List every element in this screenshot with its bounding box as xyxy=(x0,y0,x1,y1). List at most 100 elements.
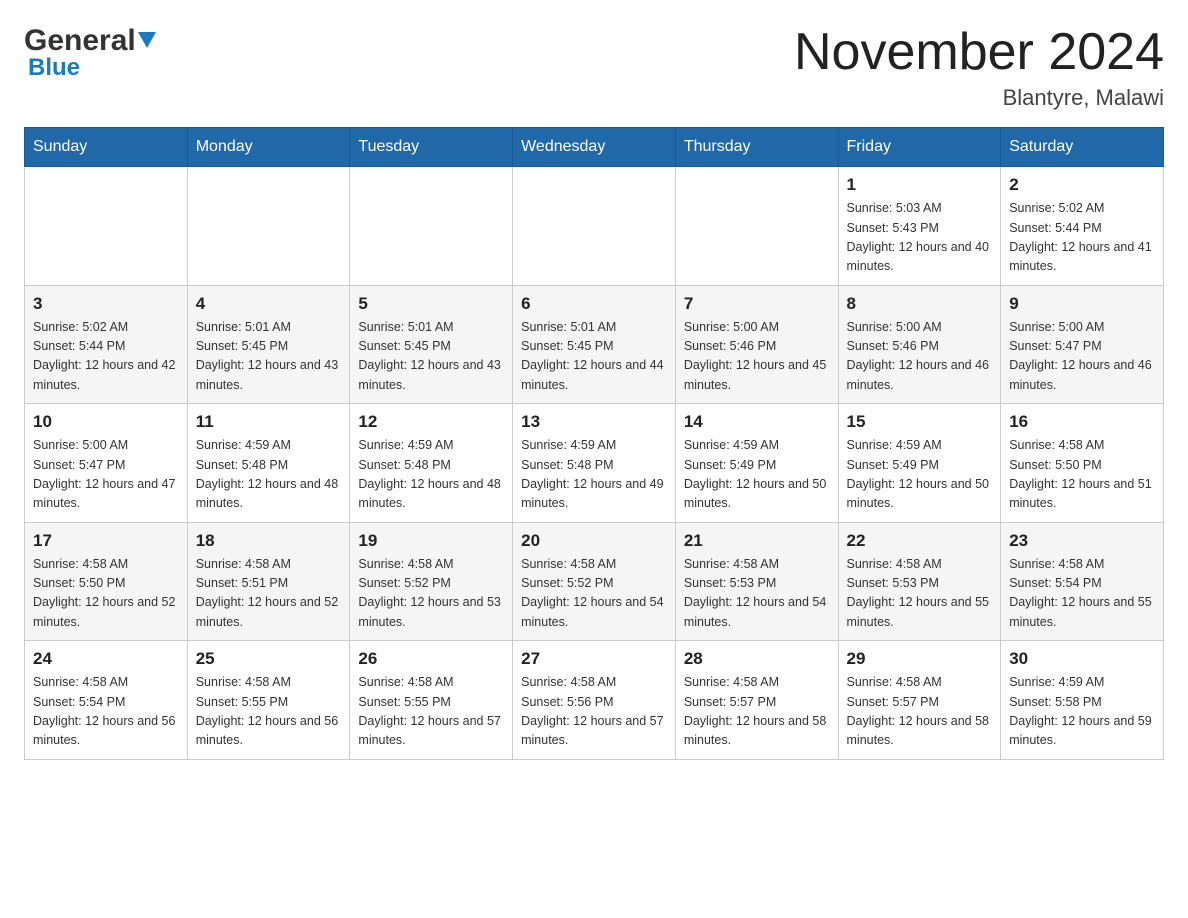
calendar-cell: 4 Sunrise: 5:01 AMSunset: 5:45 PMDaylight… xyxy=(187,285,350,404)
calendar-cell: 10Sunrise: 5:00 AMSunset: 5:47 PMDayligh… xyxy=(25,404,188,523)
day-info: Sunrise: 4:58 AMSunset: 5:54 PMDaylight:… xyxy=(33,673,179,751)
day-number: 15 xyxy=(847,412,993,432)
day-number: 9 xyxy=(1009,294,1155,314)
calendar-cell xyxy=(675,167,838,286)
calendar-cell: 29 Sunrise: 4:58 AMSunset: 5:57 PMDayligh… xyxy=(838,641,1001,760)
title-section: November 2024 Blantyre, Malawi xyxy=(794,24,1164,111)
calendar-cell: 11 Sunrise: 4:59 AMSunset: 5:48 PMDayligh… xyxy=(187,404,350,523)
day-info: Sunrise: 5:02 AMSunset: 5:44 PMDaylight:… xyxy=(33,318,179,396)
day-number: 27 xyxy=(521,649,667,669)
calendar-table: SundayMondayTuesdayWednesdayThursdayFrid… xyxy=(24,127,1164,760)
location-title: Blantyre, Malawi xyxy=(794,85,1164,111)
day-info: Sunrise: 4:58 AMSunset: 5:53 PMDaylight:… xyxy=(847,555,993,633)
day-info: Sunrise: 5:00 AMSunset: 5:47 PMDaylight:… xyxy=(33,436,179,514)
day-info: Sunrise: 4:58 AMSunset: 5:52 PMDaylight:… xyxy=(358,555,504,633)
day-info: Sunrise: 4:59 AMSunset: 5:48 PMDaylight:… xyxy=(358,436,504,514)
col-header-wednesday: Wednesday xyxy=(513,128,676,167)
logo-triangle-icon xyxy=(138,22,156,56)
day-number: 16 xyxy=(1009,412,1155,432)
day-info: Sunrise: 4:59 AMSunset: 5:48 PMDaylight:… xyxy=(196,436,342,514)
col-header-sunday: Sunday xyxy=(25,128,188,167)
day-info: Sunrise: 4:59 AMSunset: 5:49 PMDaylight:… xyxy=(684,436,830,514)
day-number: 2 xyxy=(1009,175,1155,195)
page-header: General Blue November 2024 Blantyre, Mal… xyxy=(24,24,1164,111)
calendar-cell: 17Sunrise: 4:58 AMSunset: 5:50 PMDayligh… xyxy=(25,522,188,641)
calendar-cell: 25 Sunrise: 4:58 AMSunset: 5:55 PMDayligh… xyxy=(187,641,350,760)
col-header-saturday: Saturday xyxy=(1001,128,1164,167)
day-number: 8 xyxy=(847,294,993,314)
day-number: 19 xyxy=(358,531,504,551)
col-header-thursday: Thursday xyxy=(675,128,838,167)
col-header-friday: Friday xyxy=(838,128,1001,167)
calendar-cell xyxy=(187,167,350,286)
day-number: 14 xyxy=(684,412,830,432)
calendar-cell: 12 Sunrise: 4:59 AMSunset: 5:48 PMDayligh… xyxy=(350,404,513,523)
logo-general-text: General xyxy=(24,24,156,58)
calendar-cell: 22 Sunrise: 4:58 AMSunset: 5:53 PMDayligh… xyxy=(838,522,1001,641)
day-number: 28 xyxy=(684,649,830,669)
calendar-cell: 18 Sunrise: 4:58 AMSunset: 5:51 PMDayligh… xyxy=(187,522,350,641)
day-info: Sunrise: 4:58 AMSunset: 5:55 PMDaylight:… xyxy=(358,673,504,751)
calendar-cell xyxy=(350,167,513,286)
calendar-cell: 1Sunrise: 5:03 AMSunset: 5:43 PMDaylight… xyxy=(838,167,1001,286)
calendar-cell: 14 Sunrise: 4:59 AMSunset: 5:49 PMDayligh… xyxy=(675,404,838,523)
day-number: 7 xyxy=(684,294,830,314)
calendar-week-row: 17Sunrise: 4:58 AMSunset: 5:50 PMDayligh… xyxy=(25,522,1164,641)
calendar-cell: 27 Sunrise: 4:58 AMSunset: 5:56 PMDayligh… xyxy=(513,641,676,760)
calendar-cell: 13Sunrise: 4:59 AMSunset: 5:48 PMDayligh… xyxy=(513,404,676,523)
day-number: 6 xyxy=(521,294,667,314)
day-info: Sunrise: 4:58 AMSunset: 5:54 PMDaylight:… xyxy=(1009,555,1155,633)
day-number: 29 xyxy=(847,649,993,669)
day-info: Sunrise: 5:00 AMSunset: 5:47 PMDaylight:… xyxy=(1009,318,1155,396)
logo-blue-text: Blue xyxy=(28,54,80,82)
day-number: 26 xyxy=(358,649,504,669)
day-number: 18 xyxy=(196,531,342,551)
calendar-cell: 15 Sunrise: 4:59 AMSunset: 5:49 PMDayligh… xyxy=(838,404,1001,523)
day-info: Sunrise: 4:58 AMSunset: 5:51 PMDaylight:… xyxy=(196,555,342,633)
day-info: Sunrise: 5:02 AMSunset: 5:44 PMDaylight:… xyxy=(1009,199,1155,277)
calendar-cell: 26 Sunrise: 4:58 AMSunset: 5:55 PMDayligh… xyxy=(350,641,513,760)
month-title: November 2024 xyxy=(794,24,1164,81)
day-info: Sunrise: 4:58 AMSunset: 5:57 PMDaylight:… xyxy=(684,673,830,751)
day-info: Sunrise: 5:00 AMSunset: 5:46 PMDaylight:… xyxy=(847,318,993,396)
day-number: 25 xyxy=(196,649,342,669)
day-info: Sunrise: 5:01 AMSunset: 5:45 PMDaylight:… xyxy=(358,318,504,396)
day-number: 4 xyxy=(196,294,342,314)
day-info: Sunrise: 4:58 AMSunset: 5:50 PMDaylight:… xyxy=(1009,436,1155,514)
calendar-cell xyxy=(25,167,188,286)
day-info: Sunrise: 5:01 AMSunset: 5:45 PMDaylight:… xyxy=(521,318,667,396)
calendar-cell: 9 Sunrise: 5:00 AMSunset: 5:47 PMDaylight… xyxy=(1001,285,1164,404)
day-number: 1 xyxy=(847,175,993,195)
calendar-week-row: 3Sunrise: 5:02 AMSunset: 5:44 PMDaylight… xyxy=(25,285,1164,404)
calendar-cell xyxy=(513,167,676,286)
calendar-cell: 2 Sunrise: 5:02 AMSunset: 5:44 PMDaylight… xyxy=(1001,167,1164,286)
col-header-tuesday: Tuesday xyxy=(350,128,513,167)
col-header-monday: Monday xyxy=(187,128,350,167)
calendar-cell: 5 Sunrise: 5:01 AMSunset: 5:45 PMDaylight… xyxy=(350,285,513,404)
day-info: Sunrise: 5:01 AMSunset: 5:45 PMDaylight:… xyxy=(196,318,342,396)
day-info: Sunrise: 4:59 AMSunset: 5:58 PMDaylight:… xyxy=(1009,673,1155,751)
calendar-cell: 30 Sunrise: 4:59 AMSunset: 5:58 PMDayligh… xyxy=(1001,641,1164,760)
day-number: 5 xyxy=(358,294,504,314)
day-info: Sunrise: 4:59 AMSunset: 5:49 PMDaylight:… xyxy=(847,436,993,514)
calendar-cell: 23Sunrise: 4:58 AMSunset: 5:54 PMDayligh… xyxy=(1001,522,1164,641)
day-number: 11 xyxy=(196,412,342,432)
calendar-cell: 3Sunrise: 5:02 AMSunset: 5:44 PMDaylight… xyxy=(25,285,188,404)
day-number: 13 xyxy=(521,412,667,432)
calendar-week-row: 10Sunrise: 5:00 AMSunset: 5:47 PMDayligh… xyxy=(25,404,1164,523)
calendar-cell: 6 Sunrise: 5:01 AMSunset: 5:45 PMDaylight… xyxy=(513,285,676,404)
calendar-header-row: SundayMondayTuesdayWednesdayThursdayFrid… xyxy=(25,128,1164,167)
calendar-cell: 16 Sunrise: 4:58 AMSunset: 5:50 PMDayligh… xyxy=(1001,404,1164,523)
calendar-cell: 24Sunrise: 4:58 AMSunset: 5:54 PMDayligh… xyxy=(25,641,188,760)
day-info: Sunrise: 5:00 AMSunset: 5:46 PMDaylight:… xyxy=(684,318,830,396)
day-number: 22 xyxy=(847,531,993,551)
day-info: Sunrise: 4:58 AMSunset: 5:55 PMDaylight:… xyxy=(196,673,342,751)
calendar-cell: 19 Sunrise: 4:58 AMSunset: 5:52 PMDayligh… xyxy=(350,522,513,641)
day-number: 30 xyxy=(1009,649,1155,669)
calendar-cell: 28 Sunrise: 4:58 AMSunset: 5:57 PMDayligh… xyxy=(675,641,838,760)
day-info: Sunrise: 4:58 AMSunset: 5:56 PMDaylight:… xyxy=(521,673,667,751)
calendar-cell: 21Sunrise: 4:58 AMSunset: 5:53 PMDayligh… xyxy=(675,522,838,641)
day-number: 20 xyxy=(521,531,667,551)
day-info: Sunrise: 4:58 AMSunset: 5:57 PMDaylight:… xyxy=(847,673,993,751)
day-number: 12 xyxy=(358,412,504,432)
